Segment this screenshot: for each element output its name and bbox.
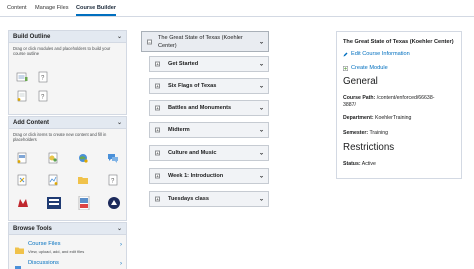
tab-course-builder[interactable]: Course Builder xyxy=(76,5,117,16)
tool-logo-icon[interactable] xyxy=(107,196,121,210)
status-value: Active xyxy=(361,161,376,167)
chevron-down-icon[interactable]: ⌄ xyxy=(117,119,122,126)
add-content-title: Add Content xyxy=(13,120,49,126)
browse-item-title[interactable]: Course Files xyxy=(28,241,61,247)
course-path-row: Course Path: /content/enforced/66638- xyxy=(343,95,434,102)
restrictions-heading: Restrictions xyxy=(343,142,395,153)
chevron-down-icon[interactable]: ⌄ xyxy=(259,83,264,90)
module-label: Tuesdays class xyxy=(168,196,209,202)
textbook-cover-icon[interactable] xyxy=(77,195,91,211)
outline-module-item[interactable]: + Battles and Monuments ⌄ xyxy=(149,100,269,116)
top-navigation: Content Manage Files Course Builder xyxy=(0,0,474,17)
tab-manage-files[interactable]: Manage Files xyxy=(35,5,69,11)
department-value: KoehlerTraining xyxy=(375,115,412,121)
add-content-panel: Add Content ⌄ Drag or click items to cre… xyxy=(8,116,127,221)
outline-module-item[interactable]: + Get Started ⌄ xyxy=(149,56,269,72)
folder-icon xyxy=(15,242,24,254)
course-info-panel: The Great State of Texas (Koehler Center… xyxy=(336,31,462,179)
outline-module-item[interactable]: + Midterm ⌄ xyxy=(149,122,269,138)
module-label: Culture and Music xyxy=(168,150,217,156)
chevron-down-icon[interactable]: ⌄ xyxy=(259,38,264,45)
browse-item-title[interactable]: Discussions xyxy=(28,260,59,266)
placeholder-tile-icon[interactable]: ? xyxy=(37,70,49,83)
course-path-value-cont: 3887/ xyxy=(343,102,356,108)
general-heading: General xyxy=(343,76,378,87)
module-label: Midterm xyxy=(168,127,190,133)
folder-tile-icon[interactable] xyxy=(77,173,89,185)
semester-row: Semester: Training xyxy=(343,130,388,137)
add-content-header[interactable]: Add Content ⌄ xyxy=(9,117,126,129)
module-label: Week 1: Introduction xyxy=(168,173,224,179)
outline-module-item[interactable]: + Week 1: Introduction ⌄ xyxy=(149,168,269,184)
discussion-icon xyxy=(15,261,24,269)
browse-tools-panel: Browse Tools ⌄ Course Files View, upload… xyxy=(8,222,127,269)
course-name: The Great State of Texas (Koehler Center… xyxy=(343,39,454,45)
outline-module-item[interactable]: + Culture and Music ⌄ xyxy=(149,145,269,161)
pencil-icon xyxy=(343,52,348,57)
expand-icon[interactable]: + xyxy=(155,150,160,156)
browse-item-description: View, upload, add, and edit files xyxy=(28,249,85,254)
chevron-down-icon[interactable]: ⌄ xyxy=(259,61,264,68)
department-row: Department: KoehlerTraining xyxy=(343,115,411,122)
outline-module-item[interactable]: + Tuesdays class ⌄ xyxy=(149,191,269,207)
module-tile-icon[interactable] xyxy=(16,70,28,82)
tab-content[interactable]: Content xyxy=(7,5,27,11)
chevron-right-icon[interactable]: › xyxy=(120,261,122,267)
browse-tools-header[interactable]: Browse Tools ⌄ xyxy=(9,223,126,235)
outline-root-module[interactable]: – The Great State of Texas (Koehler Cent… xyxy=(141,31,269,52)
add-module-icon xyxy=(343,66,348,71)
topic-tile-icon[interactable] xyxy=(16,89,28,102)
build-outline-title: Build Outline xyxy=(13,34,51,40)
publisher-logo-icon[interactable] xyxy=(16,196,30,210)
module-label: Get Started xyxy=(168,61,199,67)
semester-value: Training xyxy=(369,130,389,136)
semester-label: Semester: xyxy=(343,130,369,136)
root-title-line-2: Center) xyxy=(158,43,177,49)
outline-module-item[interactable]: + Six Flags of Texas ⌄ xyxy=(149,78,269,94)
root-title-line-1: The Great State of Texas (Koehler xyxy=(158,35,243,41)
assignment-tile-icon[interactable] xyxy=(16,173,28,186)
module-label: Six Flags of Texas xyxy=(168,83,217,89)
chevron-down-icon[interactable]: ⌄ xyxy=(259,150,264,157)
chevron-down-icon[interactable]: ⌄ xyxy=(259,105,264,112)
chevron-down-icon[interactable]: ⌄ xyxy=(259,173,264,180)
course-path-value: /content/enforced/66638- xyxy=(376,95,435,101)
expand-icon[interactable]: + xyxy=(155,173,160,179)
build-outline-panel: Build Outline ⌄ Drag or click modules an… xyxy=(8,30,127,115)
build-outline-header[interactable]: Build Outline ⌄ xyxy=(9,31,126,43)
edit-course-info-link[interactable]: Edit Course Information xyxy=(351,51,410,57)
question-tile-icon[interactable]: ? xyxy=(37,89,49,102)
create-module-link[interactable]: Create Module xyxy=(351,65,388,71)
file-tile-icon[interactable] xyxy=(16,151,28,164)
chevron-down-icon[interactable]: ⌄ xyxy=(259,127,264,134)
chevron-right-icon[interactable]: › xyxy=(120,242,122,248)
checklist-tile-icon[interactable]: ? xyxy=(107,173,119,186)
course-path-label: Course Path: xyxy=(343,95,376,101)
expand-icon[interactable]: + xyxy=(155,105,160,111)
add-content-description: Drag or click items to create new conten… xyxy=(13,132,107,143)
expand-icon[interactable]: + xyxy=(155,83,160,89)
wiley-plus-icon[interactable] xyxy=(47,196,61,210)
expand-icon[interactable]: + xyxy=(155,127,160,133)
web-link-tile-icon[interactable] xyxy=(47,151,59,164)
discussion-tile-icon[interactable] xyxy=(107,151,119,163)
chevron-down-icon[interactable]: ⌄ xyxy=(117,33,122,40)
status-row: Status: Active xyxy=(343,161,376,168)
collapse-icon[interactable]: – xyxy=(147,39,152,44)
department-label: Department: xyxy=(343,115,374,121)
expand-icon[interactable]: + xyxy=(155,196,160,202)
chevron-down-icon[interactable]: ⌄ xyxy=(117,225,122,232)
quiz-tile-icon[interactable] xyxy=(47,173,59,186)
status-label: Status: xyxy=(343,161,361,167)
chevron-down-icon[interactable]: ⌄ xyxy=(259,196,264,203)
globe-tile-icon[interactable] xyxy=(77,151,89,163)
build-outline-description: Drag or click modules and placeholders t… xyxy=(13,46,111,57)
browse-tools-title: Browse Tools xyxy=(13,226,52,232)
expand-icon[interactable]: + xyxy=(155,61,160,67)
module-label: Battles and Monuments xyxy=(168,105,232,111)
